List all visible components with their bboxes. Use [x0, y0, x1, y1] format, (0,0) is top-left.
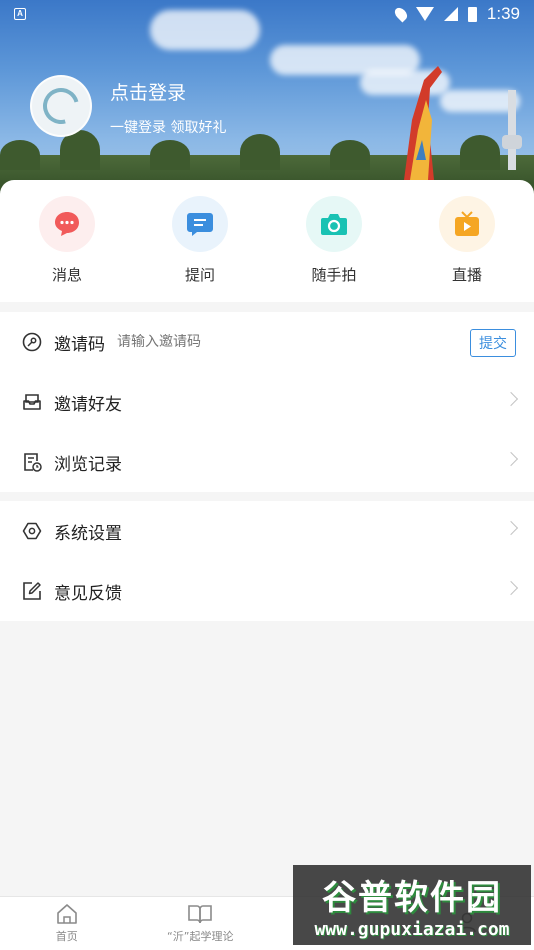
chevron-right-icon — [503, 520, 519, 536]
quick-action-snapshot[interactable]: 随手拍 — [274, 180, 394, 285]
quick-action-messages[interactable]: 消息 — [7, 180, 127, 285]
login-title[interactable]: 点击登录 — [110, 78, 186, 105]
invite-code-label: 邀请码 — [54, 334, 105, 355]
quick-action-circle — [39, 196, 95, 252]
menu-item-invite-friends[interactable]: 邀请好友 — [0, 372, 534, 432]
menu-item-feedback[interactable]: 意见反馈 — [0, 561, 534, 621]
menu-item-browse-history[interactable]: 浏览记录 — [0, 432, 534, 492]
chevron-right-icon — [503, 451, 519, 467]
quick-action-circle — [306, 196, 362, 252]
status-bar: A 1:39 — [0, 0, 534, 28]
battery-icon — [467, 6, 477, 22]
notification-icon: A — [14, 8, 26, 20]
header-banner: A 1:39 点击登录 一键登录 领取好礼 — [0, 0, 534, 200]
nav-label: “沂”起学理论 — [167, 930, 234, 943]
camera-icon — [321, 214, 347, 235]
question-chat-icon — [187, 213, 213, 236]
wifi-icon — [415, 7, 434, 21]
menu-item-label: 意见反馈 — [54, 583, 122, 604]
login-subtitle[interactable]: 一键登录 领取好礼 — [110, 117, 226, 137]
quick-action-label: 提问 — [184, 266, 215, 284]
quick-actions-card: 消息 提问 随手拍 直播 — [0, 180, 534, 302]
app-logo-icon — [36, 81, 86, 131]
submit-button[interactable]: 提交 — [470, 329, 516, 357]
chevron-right-icon — [503, 391, 519, 407]
location-icon — [392, 5, 410, 23]
tree — [0, 140, 40, 170]
inbox-icon — [22, 392, 42, 412]
nav-home[interactable]: 首页 — [0, 897, 134, 950]
menu-item-system-settings[interactable]: 系统设置 — [0, 501, 534, 561]
tree — [240, 134, 280, 170]
quick-action-label: 随手拍 — [311, 266, 357, 284]
invite-code-row: 邀请码 提交 — [0, 312, 534, 372]
quick-action-circle — [172, 196, 228, 252]
tv-live-icon — [455, 211, 479, 236]
menu-item-label: 系统设置 — [54, 523, 122, 544]
chevron-right-icon — [503, 580, 519, 596]
quick-action-circle — [439, 196, 495, 252]
quick-action-live[interactable]: 直播 — [407, 180, 527, 285]
tv-tower — [502, 90, 522, 170]
watermark-url: www.gupuxiazai.com — [314, 919, 510, 940]
key-icon — [22, 332, 42, 352]
open-book-icon — [187, 903, 213, 925]
avatar[interactable] — [30, 75, 92, 137]
settings-hexagon-icon — [22, 521, 42, 541]
history-icon — [22, 452, 42, 472]
status-time: 1:39 — [486, 4, 520, 23]
invite-code-input[interactable] — [117, 334, 297, 350]
tree — [460, 135, 500, 170]
menu-group-account: 邀请码 提交 邀请好友 浏览记录 — [0, 312, 534, 492]
tree — [150, 140, 190, 170]
home-icon — [55, 903, 79, 925]
quick-action-label: 直播 — [451, 266, 482, 284]
menu-item-label: 邀请好友 — [54, 394, 122, 415]
quick-action-label: 消息 — [51, 266, 82, 284]
watermark-title: 谷普软件园 — [322, 878, 502, 918]
watermark: 谷普软件园 www.gupuxiazai.com — [293, 865, 531, 945]
edit-feedback-icon — [22, 581, 42, 601]
quick-action-question[interactable]: 提问 — [140, 180, 260, 285]
nav-label: 首页 — [55, 930, 78, 943]
menu-item-label: 浏览记录 — [54, 454, 122, 475]
message-bubble-icon — [55, 212, 79, 236]
phoenix-sculpture — [404, 66, 442, 180]
signal-icon — [443, 7, 458, 21]
menu-group-settings: 系统设置 意见反馈 — [0, 501, 534, 621]
nav-theory[interactable]: “沂”起学理论 — [134, 897, 268, 950]
tree — [330, 140, 370, 170]
